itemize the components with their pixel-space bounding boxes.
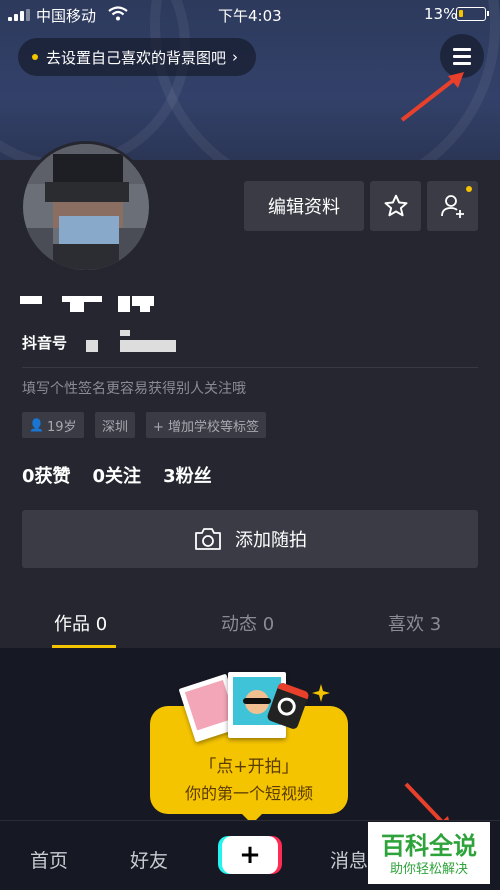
- wifi-icon: [108, 6, 128, 21]
- chevron-right-icon: ›: [232, 48, 239, 66]
- divider: [22, 367, 478, 368]
- watermark-title: 百科全说: [381, 832, 477, 860]
- create-video-button[interactable]: +: [222, 836, 278, 874]
- watermark-subtitle: 助你轻松解决: [389, 862, 468, 877]
- clock: 下午4:03: [218, 7, 282, 25]
- camera-icon: [195, 528, 221, 550]
- battery-percent: 13%: [424, 5, 458, 23]
- add-snap-button[interactable]: 添加随拍: [22, 510, 478, 568]
- city-tag[interactable]: 深圳: [95, 412, 136, 438]
- add-school-tag-button[interactable]: + 增加学校等标签: [146, 412, 267, 438]
- status-bar: 中国移动 下午4:03 13%: [0, 0, 500, 28]
- city-tag-label: 深圳: [102, 419, 129, 435]
- carrier-label: 中国移动: [36, 7, 97, 25]
- add-snap-label: 添加随拍: [235, 530, 307, 551]
- followers-count[interactable]: 3粉丝: [163, 462, 212, 488]
- set-background-tip[interactable]: 去设置自己喜欢的背景图吧 ›: [18, 38, 257, 76]
- signal-icon: [8, 9, 32, 21]
- add-school-tag-label: + 增加学校等标签: [153, 419, 260, 435]
- watermark: 百科全说 助你轻松解决: [368, 822, 490, 884]
- shoot-prompt-line2: 你的第一个短视频: [184, 784, 313, 803]
- likes-count[interactable]: 0获赞: [22, 462, 71, 488]
- notice-dot: [32, 54, 38, 60]
- add-friend-button[interactable]: [427, 181, 478, 231]
- favorites-button[interactable]: [370, 181, 421, 231]
- notice-dot: [466, 186, 472, 192]
- tab-likes[interactable]: 喜欢 3: [388, 610, 441, 636]
- set-background-label: 去设置自己喜欢的背景图吧: [46, 48, 227, 67]
- add-user-icon: [440, 195, 464, 218]
- avatar[interactable]: [20, 141, 152, 273]
- tab-moments[interactable]: 动态 0: [221, 610, 274, 636]
- age-tag[interactable]: 👤 19岁: [22, 412, 84, 438]
- annotation-arrow-icon: [400, 72, 464, 122]
- tab-works[interactable]: 作品 0: [54, 610, 107, 636]
- nav-home[interactable]: 首页: [30, 846, 68, 873]
- user-icon: 👤: [29, 418, 44, 432]
- battery-icon: [456, 7, 489, 21]
- star-icon: [384, 194, 407, 217]
- douyin-id-label: 抖音号: [22, 334, 68, 352]
- nav-friends[interactable]: 好友: [130, 846, 168, 873]
- following-count[interactable]: 0关注: [93, 462, 142, 488]
- profile-stats: 0获赞 0关注 3粉丝: [22, 462, 212, 488]
- nav-messages[interactable]: 消息: [330, 846, 368, 873]
- edit-profile-button[interactable]: 编辑资料: [244, 181, 364, 231]
- bio-placeholder[interactable]: 填写个性签名更容易获得别人关注哦: [22, 378, 246, 398]
- profile-tabs: 作品 0 动态 0 喜欢 3: [0, 600, 500, 648]
- age-tag-label: 19岁: [46, 419, 77, 435]
- shoot-prompt-line1: 「点+开拍」: [199, 757, 299, 777]
